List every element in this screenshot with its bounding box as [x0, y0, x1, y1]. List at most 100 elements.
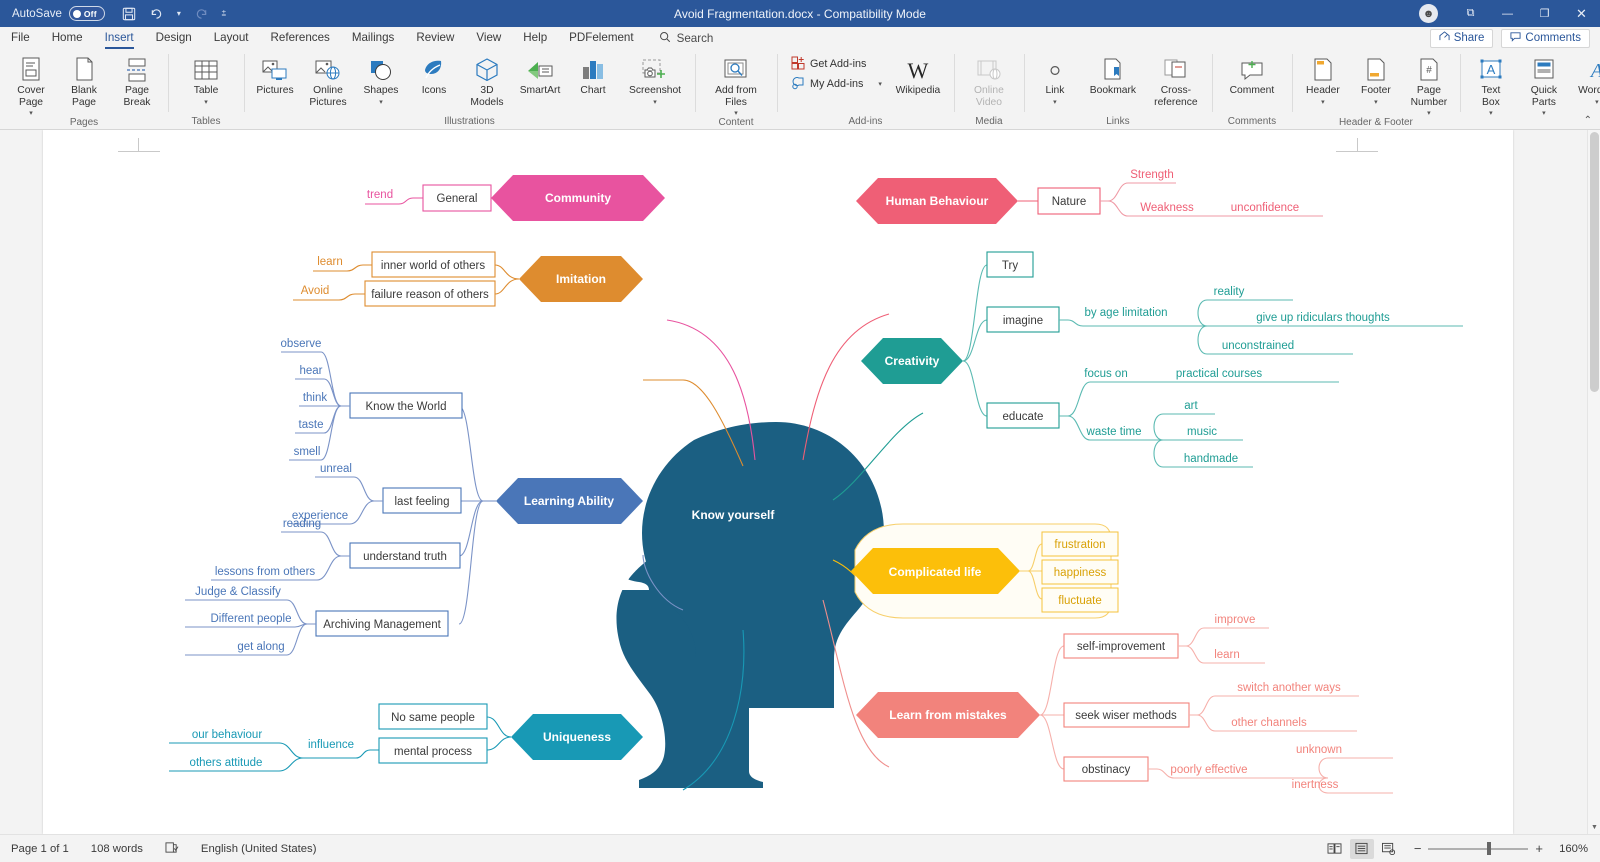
wikipedia-button[interactable]: W Wikipedia [887, 52, 949, 97]
restore-button[interactable]: ❐ [1526, 0, 1563, 27]
icons-button[interactable]: Icons [408, 52, 460, 97]
proofing-icon[interactable] [154, 841, 190, 857]
unreal-label: unreal [320, 463, 352, 475]
document-page[interactable]: .bx { fill:#fff; stroke-width:1.1; } .tx… [43, 130, 1513, 834]
status-right: − + 160% [1323, 838, 1600, 859]
branch-uniqueness[interactable]: Uniqueness No same people mental process… [169, 703, 643, 772]
chevron-down-icon[interactable]: ▾ [734, 110, 738, 117]
text-box-button[interactable]: A Text Box ▾ [1465, 52, 1517, 117]
save-icon[interactable] [117, 3, 142, 25]
tab-design[interactable]: Design [145, 27, 203, 49]
zoom-out-icon[interactable]: − [1414, 841, 1422, 856]
branch-imitation[interactable]: Imitation inner world of others failure … [293, 251, 643, 307]
bookmark-button[interactable]: Bookmark [1082, 52, 1144, 97]
improve-label: improve [1215, 614, 1256, 626]
print-layout-button[interactable] [1349, 838, 1374, 859]
scroll-down-icon[interactable]: ▼ [1588, 821, 1600, 834]
close-button[interactable]: ✕ [1563, 0, 1600, 27]
screenshot-button[interactable]: Screenshot ▾ [620, 52, 690, 106]
header-icon [1311, 55, 1335, 83]
quick-parts-icon [1531, 55, 1557, 83]
customize-qat-icon[interactable]: ⩲ [216, 3, 232, 25]
page-indicator[interactable]: Page 1 of 1 [0, 843, 80, 855]
tab-layout[interactable]: Layout [203, 27, 260, 49]
zoom-in-icon[interactable]: + [1535, 841, 1543, 856]
tab-view[interactable]: View [465, 27, 512, 49]
chevron-down-icon[interactable]: ▾ [1489, 110, 1493, 117]
smartart-button[interactable]: SmartArt [514, 52, 566, 97]
tab-file[interactable]: File [0, 27, 41, 49]
branch-learning-ability[interactable]: Learning Ability Know the World observe … [185, 338, 643, 656]
page-break-button[interactable]: Page Break [111, 52, 163, 108]
minimize-button[interactable]: — [1489, 0, 1526, 27]
chevron-down-icon[interactable]: ▾ [379, 99, 383, 106]
chevron-down-icon[interactable]: ▾ [653, 99, 657, 106]
get-addins-button[interactable]: Get Add-ins [787, 54, 886, 74]
table-button[interactable]: Table ▾ [180, 52, 232, 106]
mind-map-graphic[interactable]: .bx { fill:#fff; stroke-width:1.1; } .tx… [43, 130, 1513, 834]
undo-icon[interactable] [144, 3, 169, 25]
wordart-button[interactable]: A WordArt ▾ [1571, 52, 1600, 106]
zoom-level[interactable]: 160% [1546, 843, 1588, 855]
ribbon-display-options-icon[interactable]: ⧉ [1452, 0, 1489, 27]
pictures-button[interactable]: Pictures [249, 52, 301, 97]
share-button[interactable]: Share [1429, 28, 1494, 48]
my-addins-button[interactable]: My Add-ins ▾ [787, 74, 886, 94]
autosave-control[interactable]: AutoSave Off [12, 6, 105, 21]
link-button[interactable]: Link ▾ [1029, 52, 1081, 106]
tab-help[interactable]: Help [512, 27, 558, 49]
zoom-track[interactable] [1428, 841, 1529, 855]
read-mode-button[interactable] [1323, 839, 1347, 859]
comment-button[interactable]: Comment [1221, 52, 1283, 97]
branch-human-behaviour[interactable]: Human Behaviour Nature Strength Weakness… [856, 169, 1323, 224]
3d-models-button[interactable]: 3D Models [461, 52, 513, 108]
language-indicator[interactable]: English (United States) [190, 843, 328, 855]
cross-reference-icon [1163, 55, 1189, 83]
cover-page-button[interactable]: Cover Page ▾ [5, 52, 57, 117]
page-number-button[interactable]: # Page Number ▾ [1403, 52, 1455, 117]
chevron-down-icon[interactable]: ▾ [1427, 110, 1431, 117]
redo-icon[interactable] [189, 3, 214, 25]
online-pictures-button[interactable]: Online Pictures [302, 52, 354, 108]
branch-complicated-life[interactable]: Complicated life frustration happiness f… [851, 523, 1119, 619]
understand-truth-label: understand truth [363, 551, 447, 563]
chevron-down-icon[interactable]: ▾ [29, 110, 33, 117]
add-from-files-button[interactable]: Add from Files ▾ [705, 52, 767, 117]
footer-button[interactable]: Footer ▾ [1350, 52, 1402, 106]
autosave-toggle[interactable]: Off [68, 6, 105, 21]
chevron-down-icon[interactable]: ▾ [878, 81, 882, 88]
comments-button[interactable]: Comments [1501, 28, 1590, 48]
shapes-button[interactable]: Shapes ▾ [355, 52, 407, 106]
quick-parts-button[interactable]: Quick Parts ▾ [1518, 52, 1570, 117]
branch-community[interactable]: Community General trend [365, 175, 665, 221]
zoom-knob[interactable] [1487, 841, 1492, 855]
header-button[interactable]: Header ▾ [1297, 52, 1349, 106]
search-box[interactable]: Search [645, 31, 713, 46]
cross-reference-button[interactable]: Cross-reference [1145, 52, 1207, 108]
chevron-down-icon[interactable]: ▾ [204, 99, 208, 106]
tab-home[interactable]: Home [41, 27, 94, 49]
undo-dropdown-icon[interactable]: ▾ [171, 3, 187, 25]
tab-review[interactable]: Review [405, 27, 465, 49]
vertical-scrollbar[interactable]: ▲ ▼ [1587, 130, 1600, 834]
chevron-down-icon[interactable]: ▾ [1595, 99, 1599, 106]
blank-page-button[interactable]: Blank Page [58, 52, 110, 108]
tab-references[interactable]: References [260, 27, 341, 49]
chart-button[interactable]: Chart [567, 52, 619, 97]
online-video-button[interactable]: Online Video [963, 52, 1015, 108]
branch-learn-from-mistakes[interactable]: Learn from mistakes self-improvement imp… [856, 614, 1393, 794]
word-count[interactable]: 108 words [80, 843, 154, 855]
collapse-ribbon-button[interactable]: ⌃ [1584, 115, 1592, 126]
account-avatar[interactable]: ☻ [1419, 4, 1438, 23]
web-layout-button[interactable] [1377, 839, 1401, 859]
chevron-down-icon[interactable]: ▾ [1321, 99, 1325, 106]
tab-insert[interactable]: Insert [94, 27, 145, 49]
chevron-down-icon[interactable]: ▾ [1374, 99, 1378, 106]
branch-creativity[interactable]: Creativity Try imagine by age limitation… [861, 251, 1463, 468]
scrollbar-thumb[interactable] [1590, 132, 1599, 392]
chevron-down-icon[interactable]: ▾ [1542, 110, 1546, 117]
zoom-slider[interactable]: − + [1414, 841, 1543, 856]
chevron-down-icon[interactable]: ▾ [1053, 99, 1057, 106]
tab-pdfelement[interactable]: PDFelement [558, 27, 644, 49]
tab-mailings[interactable]: Mailings [341, 27, 406, 49]
